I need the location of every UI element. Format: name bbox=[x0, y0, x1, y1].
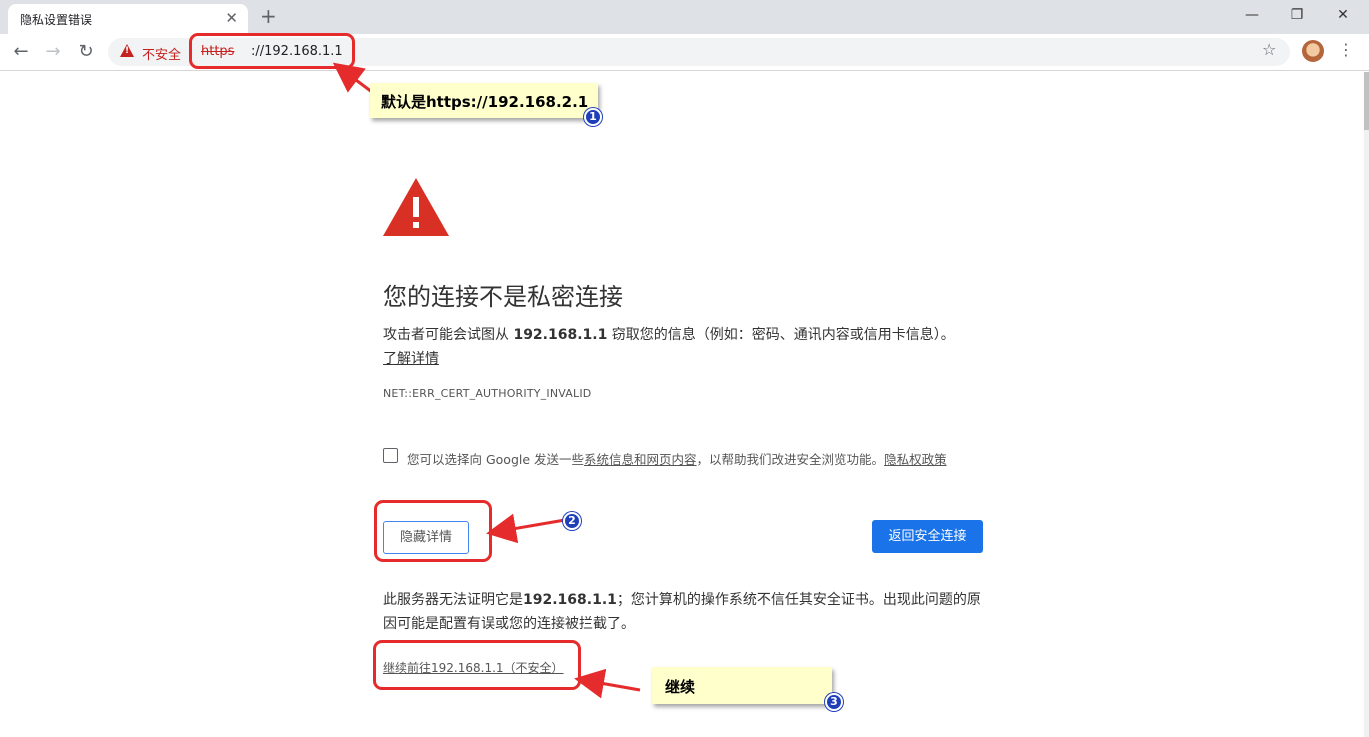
badge-1: 1 bbox=[584, 108, 602, 126]
badge-2: 2 bbox=[563, 512, 581, 530]
badge-3: 3 bbox=[825, 693, 843, 711]
annotation-arrows bbox=[332, 62, 641, 699]
callout-default-address: 默认是https://192.168.2.1 bbox=[370, 83, 598, 118]
callout-continue: 继续 bbox=[652, 667, 832, 704]
